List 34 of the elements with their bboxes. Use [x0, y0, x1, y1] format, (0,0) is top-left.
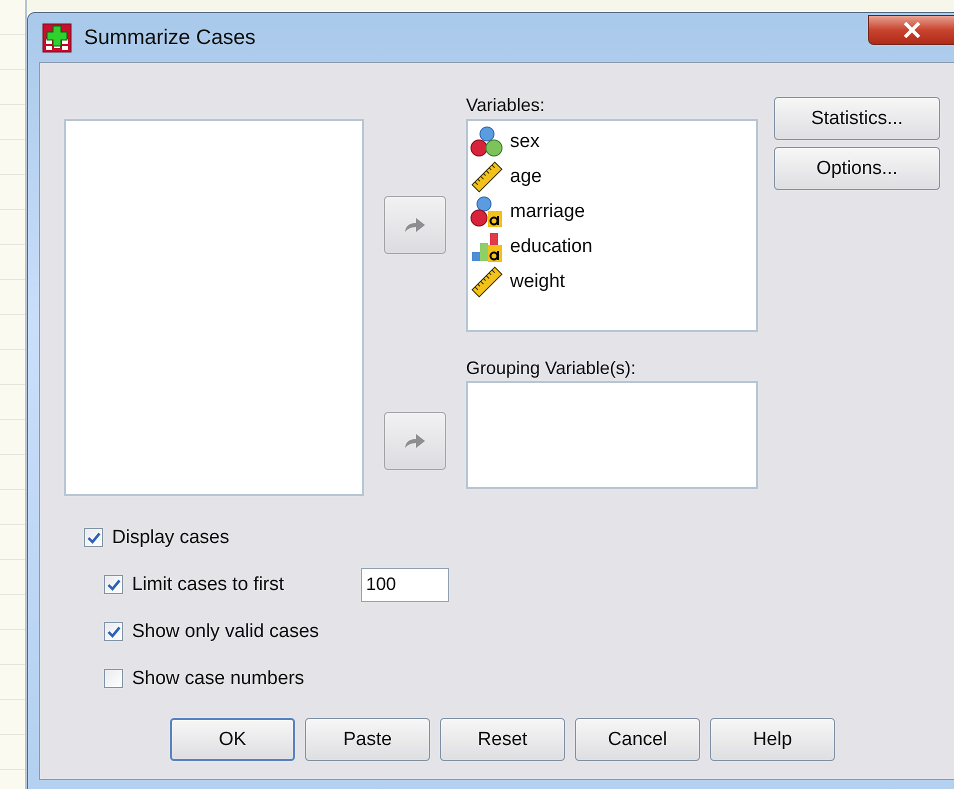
variable-name[interactable]: weight [510, 270, 565, 292]
variable-name[interactable]: education [510, 236, 592, 258]
close-icon [902, 22, 920, 38]
checkbox[interactable] [104, 575, 123, 594]
close-button[interactable] [868, 15, 954, 45]
dialog-button[interactable]: Reset [440, 718, 565, 761]
checkbox-label: Show case numbers [132, 668, 304, 690]
checkbox-label: Limit cases to first [132, 574, 284, 596]
checkbox-label: Show only valid cases [132, 620, 319, 642]
variables-label: Variables: [466, 95, 545, 117]
checkbox[interactable] [104, 669, 123, 688]
dialog-button[interactable]: Options... [774, 147, 940, 190]
variable-name[interactable]: age [510, 166, 542, 188]
arrow-icon [403, 216, 427, 234]
number-field[interactable]: 100 [361, 568, 449, 602]
checkbox-label: Display cases [112, 526, 230, 548]
grouping-label: Grouping Variable(s): [466, 358, 636, 380]
ordinal-string-icon [470, 230, 504, 262]
variable-name[interactable]: sex [510, 130, 540, 152]
grouping-variable-list[interactable] [466, 381, 758, 489]
dialog-button[interactable]: Help [710, 718, 835, 761]
dialog-button[interactable]: Cancel [575, 718, 700, 761]
checkbox[interactable] [84, 528, 103, 547]
arrow-icon [403, 432, 427, 450]
nominal-variable-icon [470, 126, 504, 158]
dialog-button[interactable]: Statistics... [774, 97, 940, 140]
app-icon [42, 22, 72, 52]
checkbox[interactable] [104, 622, 123, 641]
dialog-button[interactable]: OK [170, 718, 295, 761]
window-title: Summarize Cases [84, 26, 256, 50]
nominal-string-icon [470, 196, 504, 228]
dialog-button[interactable]: Paste [305, 718, 430, 761]
source-variable-list[interactable] [64, 119, 364, 496]
variable-name[interactable]: marriage [510, 200, 585, 222]
